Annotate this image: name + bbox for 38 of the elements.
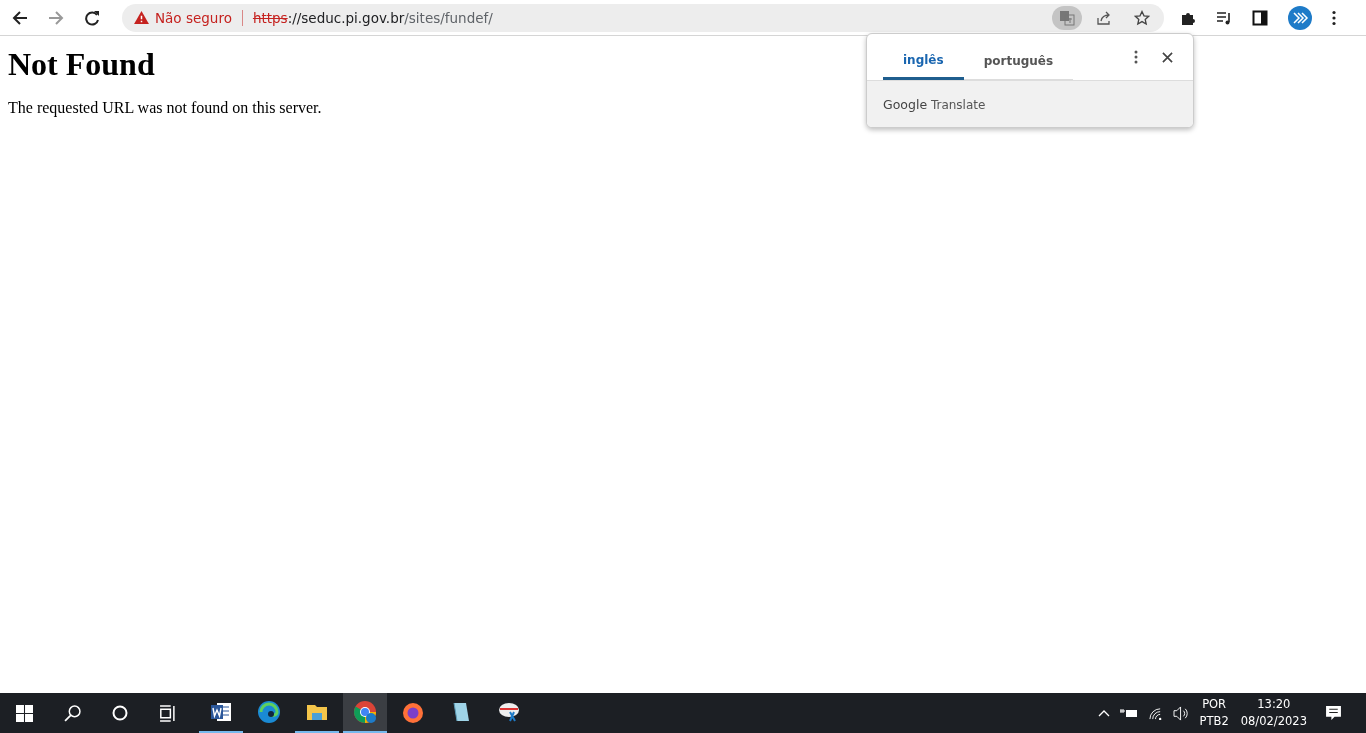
menu-icon[interactable]	[1332, 9, 1336, 26]
url-text[interactable]: https://seduc.pi.gov.br/sites/fundef/	[252, 9, 493, 26]
clock-time[interactable]: 13:20	[1257, 696, 1291, 713]
circle-icon[interactable]	[112, 705, 128, 721]
battery-icon[interactable]	[1119, 707, 1138, 719]
search-icon[interactable]	[64, 704, 81, 722]
language-indicator[interactable]: POR	[1202, 696, 1227, 713]
error-message: The requested URL was not found on this server.	[8, 99, 322, 117]
profile-avatar-icon[interactable]	[1288, 5, 1312, 30]
star-icon[interactable]	[1134, 9, 1150, 26]
address-bar[interactable]: Não seguro https://seduc.pi.gov.br/sites/fundef/	[122, 3, 1164, 32]
document-icon	[209, 700, 233, 724]
translate-icon[interactable]	[1052, 5, 1082, 30]
page-heading: Not Found	[8, 46, 155, 83]
reload-icon[interactable]	[84, 9, 100, 26]
chevron-up-icon[interactable]	[1097, 709, 1110, 717]
playlist-icon[interactable]	[1216, 9, 1232, 26]
clock-date[interactable]: 08/02/2023	[1240, 713, 1307, 730]
google-translate-logo: Google Translate	[883, 96, 986, 112]
warning-icon	[134, 11, 149, 24]
task-view-icon[interactable]	[159, 704, 176, 722]
forward-arrow-icon[interactable]	[48, 9, 64, 26]
windows-start-icon[interactable]	[16, 704, 33, 722]
chrome-app-button[interactable]	[343, 693, 387, 733]
fox-logo-icon	[401, 700, 425, 724]
notification-icon[interactable]	[1325, 704, 1342, 722]
more-options-icon[interactable]	[1134, 50, 1138, 64]
keyboard-layout[interactable]: PTB2	[1199, 713, 1229, 730]
browser-logo-icon	[353, 700, 377, 724]
wifi-icon[interactable]	[1147, 706, 1163, 720]
side-panel-icon[interactable]	[1252, 9, 1268, 26]
swirl-logo-icon	[257, 700, 281, 724]
security-label[interactable]: Não seguro	[155, 9, 232, 26]
scissors-icon	[497, 700, 521, 724]
share-icon[interactable]	[1096, 9, 1112, 26]
back-arrow-icon[interactable]	[12, 9, 28, 26]
close-icon[interactable]	[1162, 51, 1173, 63]
speaker-icon[interactable]	[1172, 705, 1190, 721]
